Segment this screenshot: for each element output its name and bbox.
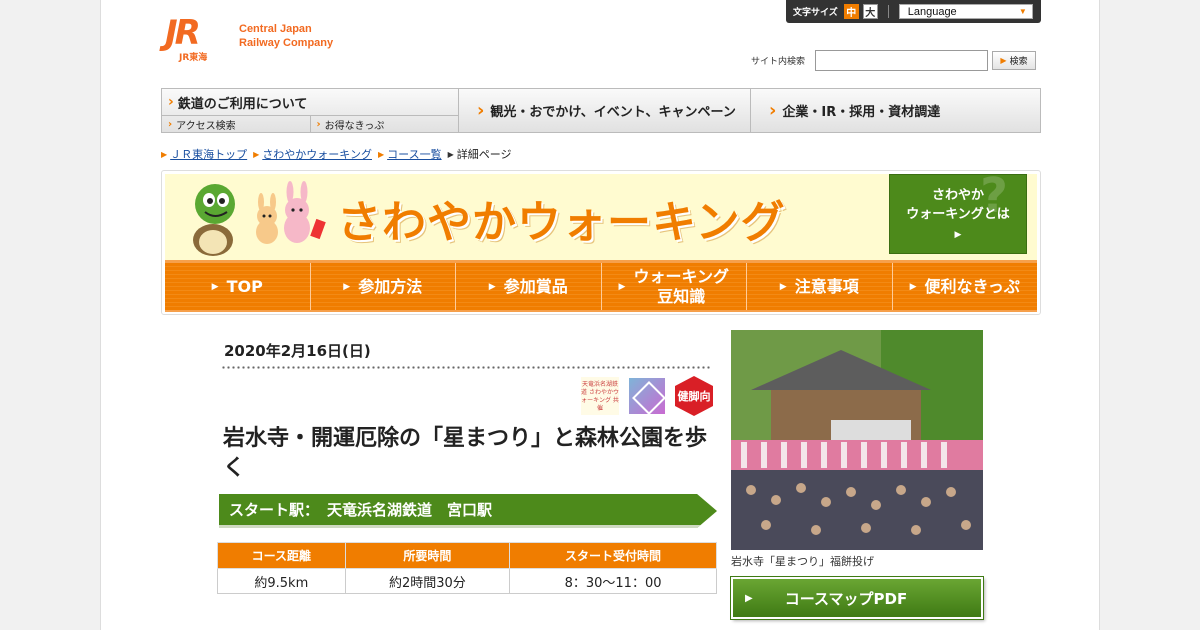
breadcrumb-link-walking[interactable]: さわやかウォーキング (262, 146, 372, 162)
font-size-large-button[interactable]: 大 (862, 4, 878, 19)
jr-logo-letters: JR (165, 13, 201, 53)
value-start-time: 8：30～11：00 (509, 568, 717, 594)
bullet-icon: ▶ (253, 149, 260, 159)
jr-logo-mark: JR JR東海 (165, 13, 229, 63)
course-info-table: コース距離 所要時間 スタート受付時間 約9.5km 約2時間30分 8：30～… (217, 542, 717, 594)
nav-railway[interactable]: › 鉄道のご利用について (162, 89, 458, 116)
tenhama-line-icon (629, 378, 665, 414)
tab-label: 注意事項 (794, 276, 859, 296)
language-select[interactable]: Language ▼ (898, 4, 1033, 19)
dotted-divider (221, 366, 711, 369)
chevron-right-icon: › (769, 100, 777, 121)
chevron-right-icon: › (477, 100, 485, 121)
nav-corporate-label: 企業・IR・採用・資材調達 (782, 105, 941, 120)
walking-banner: さわやかウォーキング ? さわやか ウォーキングとは ▶ ▶ TOP ▶ 参加方法 … (161, 170, 1041, 315)
breadcrumb-link-jr-top[interactable]: ＪＲ東海トップ (170, 146, 247, 162)
breadcrumb: ▶ ＪＲ東海トップ ▶ さわやかウォーキング ▶ コース一覧 ▶ 詳細ページ (161, 146, 512, 162)
arrow-right-icon: ▶ (488, 281, 496, 292)
chevron-right-icon: › (168, 118, 173, 130)
walking-subnav: ▶ TOP ▶ 参加方法 ▶ 参加賞品 ▶ ウォーキング 豆知識 ▶ 注意事項 ▶ 便利なき… (165, 260, 1037, 312)
event-photo (731, 330, 983, 550)
start-station-label: スタート駅： (229, 501, 320, 519)
walking-title: さわやかウォーキング (337, 197, 786, 248)
jr-logo-sub: JR東海 (179, 53, 208, 63)
question-mark-icon: ? (980, 168, 1008, 224)
start-station-bar: スタート駅： 天竜浜名湖鉄道 宮口駅 (219, 494, 717, 528)
tab-prizes[interactable]: ▶ 参加賞品 (456, 263, 602, 310)
utility-bar: 文字サイズ 中 大 Language ▼ (786, 0, 1041, 23)
language-label: Language (907, 5, 957, 18)
value-distance: 約9.5km (217, 568, 346, 594)
arrow-right-icon: ▶ (909, 281, 917, 292)
nav-discount-tickets[interactable]: › お得なきっぷ (311, 116, 459, 132)
arrow-right-icon: ▶ (745, 592, 753, 604)
advanced-walker-badge-icon: 健脚向 (675, 376, 713, 416)
bullet-icon: ▶ (447, 149, 454, 159)
company-name-line1: Central Japan (239, 23, 312, 35)
site-search: サイト内検索 ▶ 検索 (751, 50, 1037, 71)
walking-hero: さわやかウォーキング ? さわやか ウォーキングとは ▶ (165, 168, 1037, 260)
nav-railway-subs: › アクセス検索 › お得なきっぷ (162, 116, 458, 132)
arrow-right-icon: ▶ (779, 281, 787, 292)
course-map-pdf-label: コースマップPDF (784, 589, 908, 608)
tab-label: 便利なきっぷ (924, 276, 1020, 296)
start-station-name: 天竜浜名湖鉄道 宮口駅 (327, 501, 493, 519)
chevron-right-icon: › (168, 94, 174, 110)
tab-precautions[interactable]: ▶ 注意事項 (747, 263, 893, 310)
table-header-row: コース距離 所要時間 スタート受付時間 (217, 542, 717, 569)
nav-tickets-label: お得なきっぷ (324, 120, 385, 132)
header-start-time: スタート受付時間 (509, 542, 717, 569)
course-title: 岩水寺・開運厄除の「星まつり」と森林公園を歩く (223, 426, 708, 481)
nav-tourism-label: 観光・おでかけ、イベント、キャンペーン (490, 105, 736, 120)
arrow-right-icon: ▶ (1000, 56, 1007, 65)
event-date: 2020年2月16日(日) (224, 342, 371, 360)
table-row: 約9.5km 約2時間30分 8：30～11：00 (217, 568, 717, 594)
tab-walking-tips[interactable]: ▶ ウォーキング 豆知識 (601, 263, 747, 310)
header-distance: コース距離 (217, 542, 346, 569)
font-size-label: 文字サイズ (793, 8, 838, 18)
nav-access-search[interactable]: › アクセス検索 (162, 116, 311, 132)
search-label: サイト内検索 (751, 57, 806, 67)
breadcrumb-current: 詳細ページ (456, 148, 512, 161)
search-input[interactable] (815, 50, 989, 71)
nav-access-label: アクセス検索 (176, 120, 236, 132)
page: JR JR東海 Central Japan Railway Company 文字… (100, 0, 1100, 630)
arrow-right-icon: ▶ (211, 281, 219, 292)
photo-caption: 岩水寺「星まつり」福餅投げ (731, 555, 874, 568)
course-badges: 天竜浜名湖鉄道 さわやかウォーキング 共催 健脚向 (581, 376, 713, 416)
chevron-down-icon: ▼ (1018, 7, 1027, 16)
jr-central-logo[interactable]: JR JR東海 Central Japan Railway Company (165, 13, 333, 63)
company-name-line2: Railway Company (239, 37, 334, 49)
nav-tourism[interactable]: › 観光・おでかけ、イベント、キャンペーン (459, 89, 751, 132)
nav-railway-group: › 鉄道のご利用について › アクセス検索 › お得なきっぷ (162, 89, 459, 132)
breadcrumb-link-course-list[interactable]: コース一覧 (387, 146, 441, 162)
tab-label: 参加方法 (358, 276, 423, 296)
nav-corporate[interactable]: › 企業・IR・採用・資材調達 (751, 89, 1040, 132)
font-size-medium-button[interactable]: 中 (843, 4, 859, 19)
bullet-icon: ▶ (161, 149, 168, 159)
tab-label: TOP (226, 276, 263, 296)
arrow-right-icon: ▶ (618, 281, 626, 292)
tab-top[interactable]: ▶ TOP (165, 263, 311, 310)
mascot-characters (193, 181, 326, 256)
bullet-icon: ▶ (377, 149, 385, 159)
about-walking-button[interactable]: ? さわやか ウォーキングとは ▶ (889, 168, 1027, 254)
tab-label: 参加賞品 (503, 276, 568, 296)
global-nav: › 鉄道のご利用について › アクセス検索 › お得なきっぷ › 観光・おでかけ… (161, 88, 1041, 133)
nav-railway-label: 鉄道のご利用について (177, 96, 308, 112)
tab-label: ウォーキング 豆知識 (633, 266, 729, 306)
search-button[interactable]: ▶ 検索 (992, 51, 1037, 70)
arrow-right-icon: ▶ (343, 281, 351, 292)
search-button-label: 検索 (1009, 57, 1028, 67)
tab-useful-tickets[interactable]: ▶ 便利なきっぷ (892, 263, 1037, 310)
company-name: Central Japan Railway Company (239, 22, 333, 50)
header-duration: 所要時間 (344, 542, 511, 569)
course-map-pdf-button[interactable]: ▶ コースマップPDF (731, 577, 983, 619)
divider (887, 5, 889, 18)
value-duration: 約2時間30分 (344, 568, 511, 594)
joint-event-badge-icon: 天竜浜名湖鉄道 さわやかウォーキング 共催 (581, 377, 619, 415)
chevron-right-icon: › (316, 118, 321, 130)
arrow-right-icon: ▶ (954, 230, 962, 240)
tab-how-to-join[interactable]: ▶ 参加方法 (310, 263, 456, 310)
